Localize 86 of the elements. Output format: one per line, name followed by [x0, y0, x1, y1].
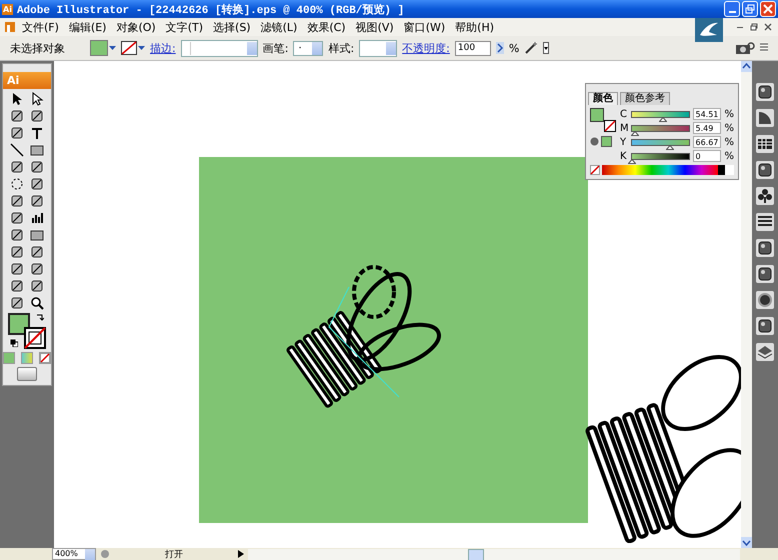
channel-label: Y [620, 136, 628, 148]
percent-label: % [724, 122, 734, 134]
menu-item[interactable]: 窗口(W) [400, 20, 450, 34]
rotate-icon[interactable] [10, 177, 24, 191]
opacity-link[interactable]: 不透明度: [402, 40, 450, 56]
fill-dropdown[interactable] [90, 40, 116, 56]
menu-item[interactable]: 帮助(H) [451, 20, 498, 34]
fill-swatch [90, 40, 108, 56]
gradient-quarter-icon[interactable] [756, 109, 774, 127]
none-color-icon[interactable] [590, 165, 600, 175]
close-icon [763, 4, 773, 14]
channel-value-field[interactable]: 5.49 [693, 122, 722, 134]
circle-icon[interactable] [756, 291, 774, 309]
line-icon[interactable] [10, 143, 24, 157]
close-button[interactable] [760, 1, 776, 17]
selection-arrow-icon[interactable] [10, 92, 24, 106]
selection-status: 未选择对象 [10, 40, 65, 56]
panel-tab[interactable]: 颜色 [588, 92, 618, 105]
none-mode-button[interactable] [39, 352, 51, 364]
menu-item[interactable]: 对象(O) [112, 20, 160, 34]
brush-label: 画笔: [262, 40, 288, 56]
gradient-icon[interactable] [30, 228, 44, 242]
camera-icon[interactable] [735, 41, 755, 55]
stroke-dropdown[interactable] [121, 41, 145, 55]
channel-label: C [620, 108, 628, 120]
style-label: 样式: [328, 40, 354, 56]
bar-graph-icon[interactable] [30, 211, 44, 225]
close-icon[interactable] [764, 23, 772, 31]
swatches-grid-icon[interactable] [756, 135, 774, 153]
channel-value-field[interactable]: 66.67 [693, 136, 722, 148]
scroll-down-icon[interactable] [741, 537, 752, 548]
zoom-dropdown[interactable]: 400% [52, 548, 96, 560]
menu-item[interactable]: 滤镜(L) [256, 20, 302, 34]
play-icon[interactable] [238, 550, 244, 558]
percent-label: % [508, 42, 520, 54]
swap-arrows-icon[interactable] [36, 313, 44, 321]
screen-mode-button[interactable] [17, 367, 37, 381]
window-title: Adobe Illustrator - [22442626 [转换].eps @ 400% (RGB/预览) ] [16, 2, 406, 16]
percent-label: % [724, 136, 734, 148]
arrow-right-icon[interactable] [496, 42, 504, 54]
restore-button[interactable] [742, 1, 758, 17]
menu-item[interactable]: 文字(T) [162, 20, 208, 34]
document-icon [4, 21, 16, 33]
percent-label: % [724, 150, 734, 162]
stroke-swatch [121, 41, 137, 55]
club-icon[interactable] [756, 187, 774, 205]
brush-dropdown[interactable]: · [293, 40, 324, 56]
bird-logo-icon [695, 18, 723, 42]
app-logo: Ai [3, 72, 51, 89]
stroke-weight-field[interactable] [180, 40, 258, 56]
app-icon: Ai [2, 4, 13, 14]
default-colors-icon[interactable] [10, 339, 18, 347]
menu-item[interactable]: 视图(V) [352, 20, 398, 34]
menu-item[interactable]: 效果(C) [303, 20, 350, 34]
scroll-up-icon[interactable] [741, 61, 752, 72]
channel-label: M [620, 122, 628, 134]
stroke-lines-icon[interactable] [756, 213, 774, 231]
rectangle-icon[interactable] [30, 143, 44, 157]
stroke-swatch[interactable] [24, 327, 46, 349]
stroke-link[interactable]: 描边: [150, 40, 176, 56]
menu-item[interactable]: 文件(F) [18, 20, 63, 34]
menu-item[interactable]: 编辑(E) [64, 20, 110, 34]
stroke-swatch[interactable] [604, 120, 616, 132]
color-swatch[interactable] [601, 136, 612, 147]
direct-selection-icon[interactable] [30, 92, 44, 106]
channel-label: K [620, 150, 628, 162]
minimize-button[interactable] [724, 1, 740, 17]
horizontal-scrollbar[interactable] [248, 548, 740, 560]
color-spectrum[interactable] [602, 165, 734, 175]
panel-menu-icon[interactable] [760, 43, 768, 53]
panel-tab[interactable]: 颜色参考 [620, 92, 670, 105]
menu-item[interactable]: 选择(S) [209, 20, 255, 34]
zoom-icon[interactable] [30, 296, 44, 310]
channel-value-field[interactable]: 0 [693, 150, 722, 162]
opacity-field[interactable]: 100 [454, 40, 491, 56]
vertical-scrollbar[interactable] [741, 61, 752, 548]
status-text: 打开 [164, 548, 184, 560]
channel-value-field[interactable]: 54.51 [693, 108, 722, 120]
type-icon[interactable] [30, 126, 44, 140]
fill-swatch[interactable] [8, 313, 30, 335]
fill-swatch[interactable] [590, 108, 604, 122]
restore-icon[interactable] [750, 23, 758, 31]
layers-icon[interactable] [756, 343, 774, 361]
minimize-icon [728, 11, 736, 13]
color-mode-button[interactable] [3, 352, 15, 364]
percent-label: % [724, 108, 734, 120]
